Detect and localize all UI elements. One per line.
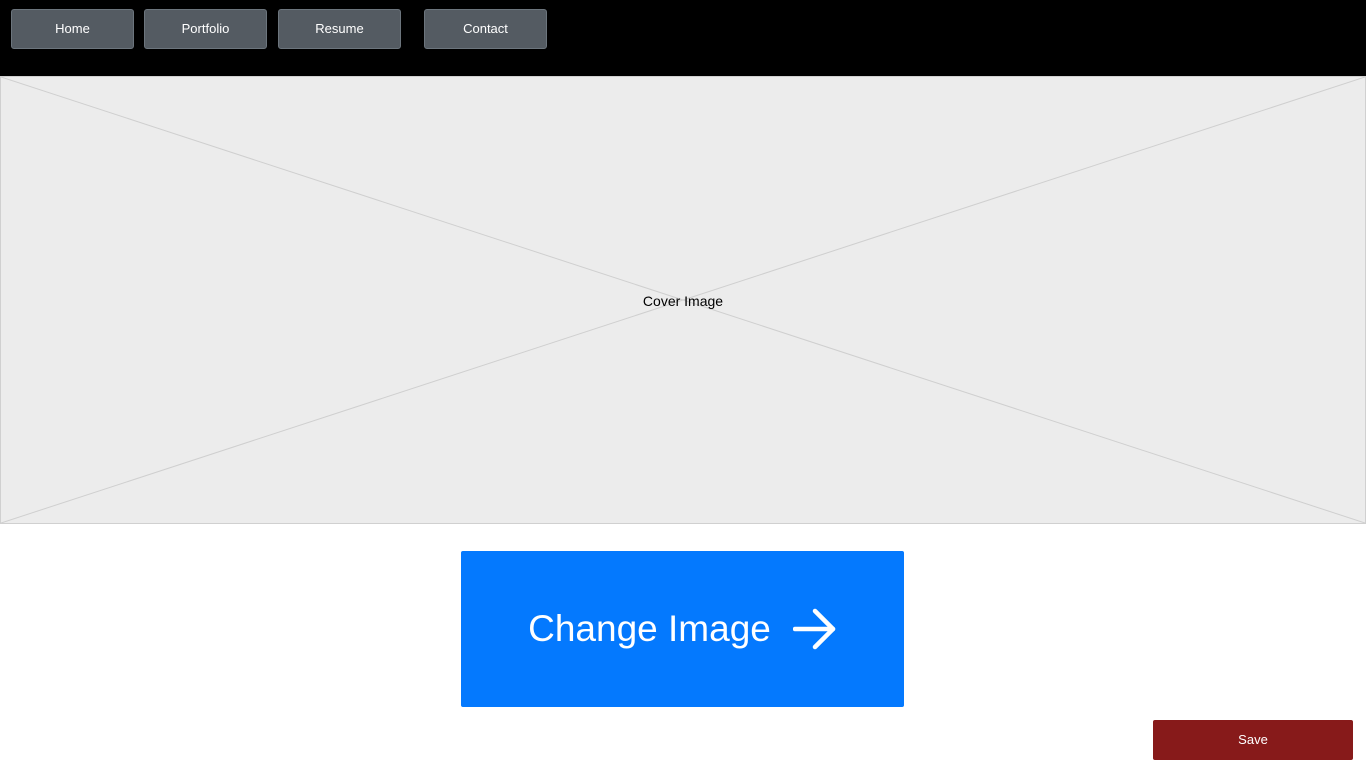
nav-home-button[interactable]: Home (11, 9, 134, 49)
cover-image-label: Cover Image (642, 293, 724, 309)
cover-image-placeholder: Cover Image (0, 76, 1366, 524)
nav-portfolio-button[interactable]: Portfolio (144, 9, 267, 49)
nav-resume-button[interactable]: Resume (278, 9, 401, 49)
change-image-button[interactable]: Change Image (461, 551, 904, 707)
top-navigation-bar: Home Portfolio Resume Contact (0, 0, 1366, 76)
nav-contact-button[interactable]: Contact (424, 9, 547, 49)
arrow-right-icon (792, 608, 836, 650)
save-button[interactable]: Save (1153, 720, 1353, 760)
change-image-label: Change Image (528, 608, 771, 649)
